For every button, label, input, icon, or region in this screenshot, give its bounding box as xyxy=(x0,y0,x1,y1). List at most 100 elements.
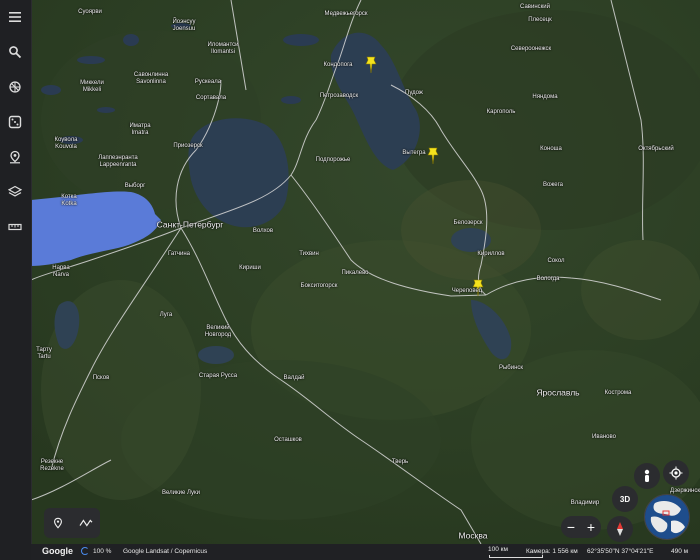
map-style-icon[interactable] xyxy=(4,181,26,203)
label-petrozavodsk: Петрозаводск xyxy=(319,93,359,99)
label-kirillov: Кириллов xyxy=(477,251,505,257)
left-toolbar xyxy=(0,0,32,560)
load-progress: 100 % xyxy=(93,548,112,555)
pin-kondopoga[interactable] xyxy=(364,56,378,74)
label-ilomantsi-ru: Иломантси xyxy=(207,42,239,48)
draw-path-icon[interactable] xyxy=(78,515,94,531)
zoom-out-button[interactable]: − xyxy=(567,519,575,535)
label-kotka-ru: Котка xyxy=(61,194,77,200)
street-view-icon[interactable] xyxy=(634,463,660,489)
label-lappeenranta-ru: Лаппеэнранта xyxy=(98,155,138,161)
voyager-icon[interactable] xyxy=(4,76,26,98)
label-luga: Луга xyxy=(159,312,173,318)
feeling-lucky-icon[interactable] xyxy=(4,111,26,133)
loading-indicator-icon xyxy=(81,547,89,555)
label-volkhov: Волхов xyxy=(252,228,274,234)
label-rezekne: Rezekne xyxy=(40,466,64,472)
imagery-attribution[interactable]: Google Landsat / Copernicus xyxy=(123,548,207,555)
label-pskov: Псков xyxy=(92,375,110,381)
my-location-icon[interactable] xyxy=(663,460,689,486)
label-tikhvin: Тихвин xyxy=(299,251,319,257)
label-joensuu: Joensuu xyxy=(172,26,196,32)
toggle-3d-button[interactable]: 3D xyxy=(612,486,638,512)
label-joensuu-ru: Йоэнсуу xyxy=(172,19,196,25)
search-icon[interactable] xyxy=(4,41,26,63)
label-suoyarvi: Суоярви xyxy=(78,9,102,15)
label-kirishi: Кириши xyxy=(239,265,261,271)
label-tartu: Tartu xyxy=(37,354,51,360)
label-rezekne-ru: Резекне xyxy=(40,459,64,465)
label-valdai: Валдай xyxy=(283,375,305,381)
label-dzerzhinsk: Дзержинск xyxy=(670,488,700,494)
menu-icon[interactable] xyxy=(4,6,26,28)
label-mikkeli-ru: Миккели xyxy=(80,80,104,86)
label-vologda: Вологда xyxy=(536,276,560,282)
camera-altitude: Камера: 1 556 км xyxy=(526,548,578,555)
label-vozhega: Вожега xyxy=(542,182,564,188)
measure-icon[interactable] xyxy=(4,216,26,238)
scale-label: 100 км xyxy=(488,546,508,553)
label-belozersk: Белозерск xyxy=(453,220,483,226)
pin-vytegra[interactable] xyxy=(426,147,440,165)
label-boksitogorsk: Бокситогорск xyxy=(300,283,338,289)
label-velikiye-luki: Великие Луки xyxy=(162,490,200,496)
label-cherepovets: Череповец xyxy=(451,288,483,294)
label-savonlinna: Savonlinna xyxy=(136,79,166,85)
label-plesetsk: Плесецк xyxy=(528,17,552,23)
label-yaroslavl: Ярославль xyxy=(536,387,580,398)
label-narva-ru: Нарва xyxy=(52,265,70,271)
label-kouvola: Kouvola xyxy=(55,144,77,150)
label-tver: Тверь xyxy=(391,459,409,465)
label-narva: Narva xyxy=(52,272,70,278)
label-vladimir: Владимир xyxy=(570,500,600,506)
label-mikkeli: Mikkeli xyxy=(82,87,102,93)
status-bar: Google 100 % Google Landsat / Copernicus… xyxy=(31,544,700,560)
cursor-coordinates: 62°35'50"N 37°04'21"E xyxy=(587,548,654,555)
label-savonlinna-ru: Савонлинна xyxy=(133,72,169,78)
label-gatchina: Гатчина xyxy=(168,251,190,257)
satellite-map[interactable]: Медвежьегорск Савинский Плесецк Кондопог… xyxy=(31,0,700,544)
label-ostashkov: Осташков xyxy=(274,437,302,443)
label-ruskeala: Рускеала xyxy=(194,79,222,85)
label-vytegra: Вытегра xyxy=(402,150,426,156)
label-pikalevo: Пикалево xyxy=(341,270,369,276)
zoom-in-button[interactable]: + xyxy=(587,519,595,535)
google-logo: Google xyxy=(42,546,73,556)
globe-overview[interactable] xyxy=(644,494,690,540)
label-ivanovo: Иваново xyxy=(592,434,616,440)
label-kargopol: Каргополь xyxy=(486,109,516,115)
label-sokol: Сокол xyxy=(547,258,565,264)
projects-icon[interactable] xyxy=(4,146,26,168)
label-oktyabrsky: Октябрьский xyxy=(638,146,674,152)
label-tartu-ru: Тарту xyxy=(36,347,52,353)
add-placemark-icon[interactable] xyxy=(50,515,66,531)
label-savinsky: Савинский xyxy=(520,4,550,10)
label-medvezhyegorsk: Медвежьегорск xyxy=(324,11,368,17)
label-imatra-ru: Иматра xyxy=(129,123,151,129)
label-moscow: Москва xyxy=(458,530,488,541)
label-saint-petersburg: Санкт-Петербург xyxy=(156,219,224,230)
label-ilomantsi: Ilomantsi xyxy=(210,49,236,55)
label-sortavala: Сортавала xyxy=(195,95,227,101)
label-novgorod: Новгород xyxy=(204,332,232,338)
zoom-control: − + xyxy=(561,516,601,538)
elevation: 490 м xyxy=(671,548,689,555)
label-konosha: Коноша xyxy=(540,146,562,152)
label-staraya-russa: Старая Русса xyxy=(198,373,238,379)
label-severoonezhsk: Североонежск xyxy=(510,46,552,52)
label-podporozhye: Подпорожье xyxy=(315,157,351,163)
label-rybinsk: Рыбинск xyxy=(498,365,524,371)
label-pudozh: Пудож xyxy=(405,90,423,96)
label-nyandoma: Няндома xyxy=(532,94,558,100)
label-kostroma: Кострома xyxy=(604,390,632,396)
label-veliky: Великий xyxy=(206,325,230,331)
label-lappeenranta: Lappeenranta xyxy=(99,162,137,168)
label-kondopoga: Кондопога xyxy=(323,62,353,68)
label-imatra: Imatra xyxy=(131,130,149,136)
scale-bar xyxy=(489,555,543,558)
drawing-tools xyxy=(44,508,100,538)
label-kotka: Kotka xyxy=(61,201,77,207)
compass-icon[interactable] xyxy=(607,516,633,542)
label-vyborg: Выборг xyxy=(124,183,146,189)
label-priozersk: Приозерск xyxy=(173,143,203,149)
